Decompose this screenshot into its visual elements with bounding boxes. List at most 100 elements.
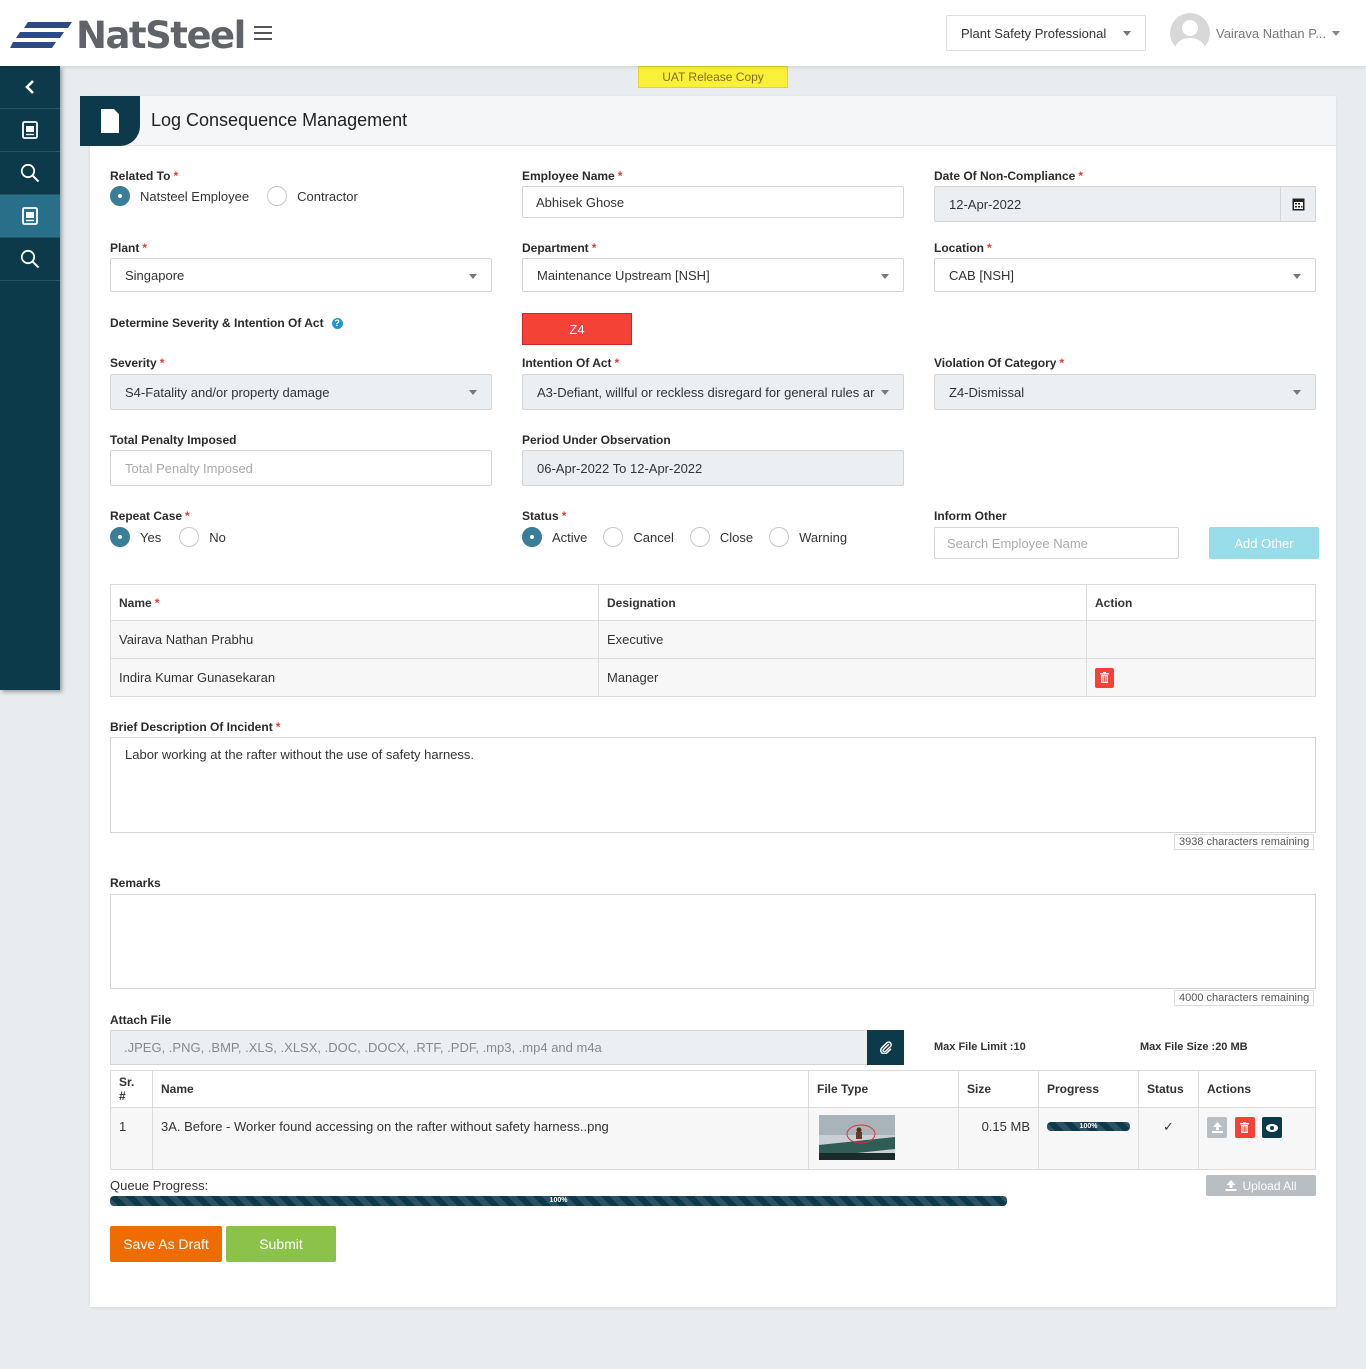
page-icon bbox=[101, 109, 119, 133]
attach-button[interactable] bbox=[867, 1030, 904, 1065]
radio-repeat-yes[interactable] bbox=[110, 527, 130, 547]
determine-result-badge[interactable]: Z4 bbox=[522, 313, 632, 345]
attach-file-input[interactable]: .JPEG, .PNG, .BMP, .XLS, .XLSX, .DOC, .D… bbox=[110, 1030, 868, 1065]
radio-label: Natsteel Employee bbox=[140, 188, 250, 204]
employee-name-label: Employee Name * bbox=[522, 169, 623, 183]
card-header: Log Consequence Management bbox=[80, 96, 1336, 146]
table-row: Indira Kumar Gunasekaran Manager bbox=[110, 658, 1316, 697]
column-header: Name * bbox=[110, 584, 599, 621]
upload-icon bbox=[1211, 1122, 1223, 1133]
file-progress-bar: 100% bbox=[1047, 1122, 1130, 1131]
cell-progress: 100% bbox=[1038, 1107, 1139, 1170]
role-select-value: Plant Safety Professional bbox=[961, 25, 1107, 41]
determine-label: Determine Severity & Intention Of Act? bbox=[110, 316, 343, 330]
files-table: Sr. # Name File Type Size Progress Statu… bbox=[110, 1070, 1316, 1170]
attach-file-label: Attach File bbox=[110, 1013, 172, 1027]
radio-status-cancel[interactable] bbox=[603, 527, 624, 547]
radio-label: No bbox=[209, 529, 226, 545]
cell-action bbox=[1086, 620, 1316, 659]
sidebar-item-search-2[interactable] bbox=[0, 238, 60, 281]
max-file-limit: Max File Limit :10 bbox=[934, 1041, 1026, 1053]
table-row: Vairava Nathan Prabhu Executive bbox=[110, 620, 1316, 659]
location-select[interactable]: CAB [NSH] bbox=[934, 258, 1316, 292]
radio-label: Warning bbox=[799, 529, 848, 545]
radio-contractor[interactable] bbox=[267, 186, 288, 206]
chevron-down-icon bbox=[881, 274, 889, 279]
repeat-case-label: Repeat Case * bbox=[110, 509, 190, 523]
search-icon bbox=[20, 163, 40, 183]
sidebar-item-document-active[interactable] bbox=[0, 195, 60, 238]
inform-other-search[interactable]: Search Employee Name bbox=[934, 527, 1179, 559]
delete-row-button[interactable] bbox=[1095, 667, 1114, 688]
sidebar-item-search[interactable] bbox=[0, 152, 60, 195]
document-icon bbox=[22, 207, 38, 225]
employee-name-field[interactable]: Abhisek Ghose bbox=[522, 186, 904, 218]
related-to-label: Related To * bbox=[110, 169, 179, 183]
chevron-down-icon bbox=[1293, 274, 1301, 279]
severity-select[interactable]: S4-Fatality and/or property damage bbox=[110, 374, 492, 410]
repeat-case-group: Yes No bbox=[110, 527, 242, 547]
violation-label: Violation Of Category * bbox=[934, 356, 1065, 370]
department-select[interactable]: Maintenance Upstream [NSH] bbox=[522, 258, 904, 292]
column-header: Sr. # bbox=[110, 1070, 153, 1108]
cell-file-name: 3A. Before - Worker found accessing on t… bbox=[152, 1107, 809, 1170]
violation-select[interactable]: Z4-Dismissal bbox=[934, 374, 1316, 410]
logo-text: NatSteel bbox=[76, 14, 246, 57]
description-counter: 3938 characters remaining bbox=[1174, 834, 1315, 850]
sidebar bbox=[0, 66, 60, 690]
date-label: Date Of Non-Compliance * bbox=[934, 169, 1084, 183]
radio-status-active[interactable] bbox=[522, 527, 542, 547]
file-thumbnail-image[interactable] bbox=[819, 1114, 895, 1160]
natsteel-logo[interactable]: NatSteel bbox=[10, 14, 246, 57]
cell-sr: 1 bbox=[110, 1107, 153, 1170]
intention-select[interactable]: A3-Defiant, willful or reckless disregar… bbox=[522, 374, 904, 410]
upload-icon bbox=[1225, 1180, 1237, 1191]
date-field[interactable]: 12-Apr-2022 bbox=[934, 186, 1281, 222]
radio-repeat-no[interactable] bbox=[179, 527, 200, 547]
queue-progress-label: Queue Progress: bbox=[110, 1178, 209, 1193]
upload-file-button[interactable] bbox=[1207, 1117, 1227, 1138]
remarks-textarea[interactable] bbox=[110, 894, 1316, 989]
remarks-label: Remarks bbox=[110, 876, 161, 890]
chevron-left-icon bbox=[25, 80, 34, 94]
sidebar-item-document[interactable] bbox=[0, 109, 60, 152]
queue-progress-bar: 100% bbox=[110, 1196, 1007, 1206]
add-other-button[interactable]: Add Other bbox=[1209, 527, 1319, 559]
column-header: Size bbox=[958, 1070, 1039, 1108]
page-title: Log Consequence Management bbox=[151, 110, 408, 130]
user-menu[interactable]: Vairava Nathan P... bbox=[1170, 13, 1341, 53]
calendar-button[interactable] bbox=[1280, 186, 1316, 222]
inform-table: Name * Designation Action Vairava Nathan … bbox=[110, 584, 1316, 697]
status-group: Active Cancel Close Warning bbox=[522, 527, 863, 547]
radio-status-warning[interactable] bbox=[769, 527, 790, 547]
view-file-button[interactable] bbox=[1262, 1117, 1283, 1138]
natsteel-logo-icon bbox=[10, 21, 72, 48]
chevron-down-icon bbox=[881, 390, 889, 395]
penalty-input[interactable]: Total Penalty Imposed bbox=[110, 450, 492, 486]
upload-all-button[interactable]: Upload All bbox=[1206, 1175, 1316, 1196]
intention-label: Intention Of Act * bbox=[522, 356, 620, 370]
help-icon[interactable]: ? bbox=[331, 318, 343, 330]
save-draft-button[interactable]: Save As Draft bbox=[110, 1226, 222, 1262]
chevron-down-icon bbox=[469, 274, 477, 279]
cell-name: Indira Kumar Gunasekaran bbox=[110, 658, 599, 697]
column-header: Progress bbox=[1038, 1070, 1139, 1108]
trash-icon bbox=[1240, 1122, 1250, 1133]
radio-natsteel-employee[interactable] bbox=[110, 186, 130, 206]
description-textarea[interactable]: Labor working at the rafter without the … bbox=[110, 737, 1316, 833]
trash-icon bbox=[1100, 672, 1109, 683]
inform-other-label: Inform Other bbox=[934, 509, 1007, 523]
delete-file-button[interactable] bbox=[1234, 1117, 1255, 1138]
submit-button[interactable]: Submit bbox=[226, 1226, 336, 1262]
plant-select[interactable]: Singapore bbox=[110, 258, 492, 292]
radio-status-close[interactable] bbox=[689, 527, 710, 547]
role-select[interactable]: Plant Safety Professional bbox=[946, 15, 1146, 51]
radio-label: Active bbox=[552, 529, 588, 545]
sidebar-collapse[interactable] bbox=[0, 66, 60, 109]
column-header: File Type bbox=[808, 1070, 959, 1108]
cell-name: Vairava Nathan Prabhu bbox=[110, 620, 599, 659]
cell-status: ✓ bbox=[1138, 1107, 1199, 1170]
radio-label: Yes bbox=[140, 529, 162, 545]
related-to-group: Natsteel Employee Contractor bbox=[110, 186, 374, 206]
menu-toggle-icon[interactable] bbox=[254, 26, 272, 40]
